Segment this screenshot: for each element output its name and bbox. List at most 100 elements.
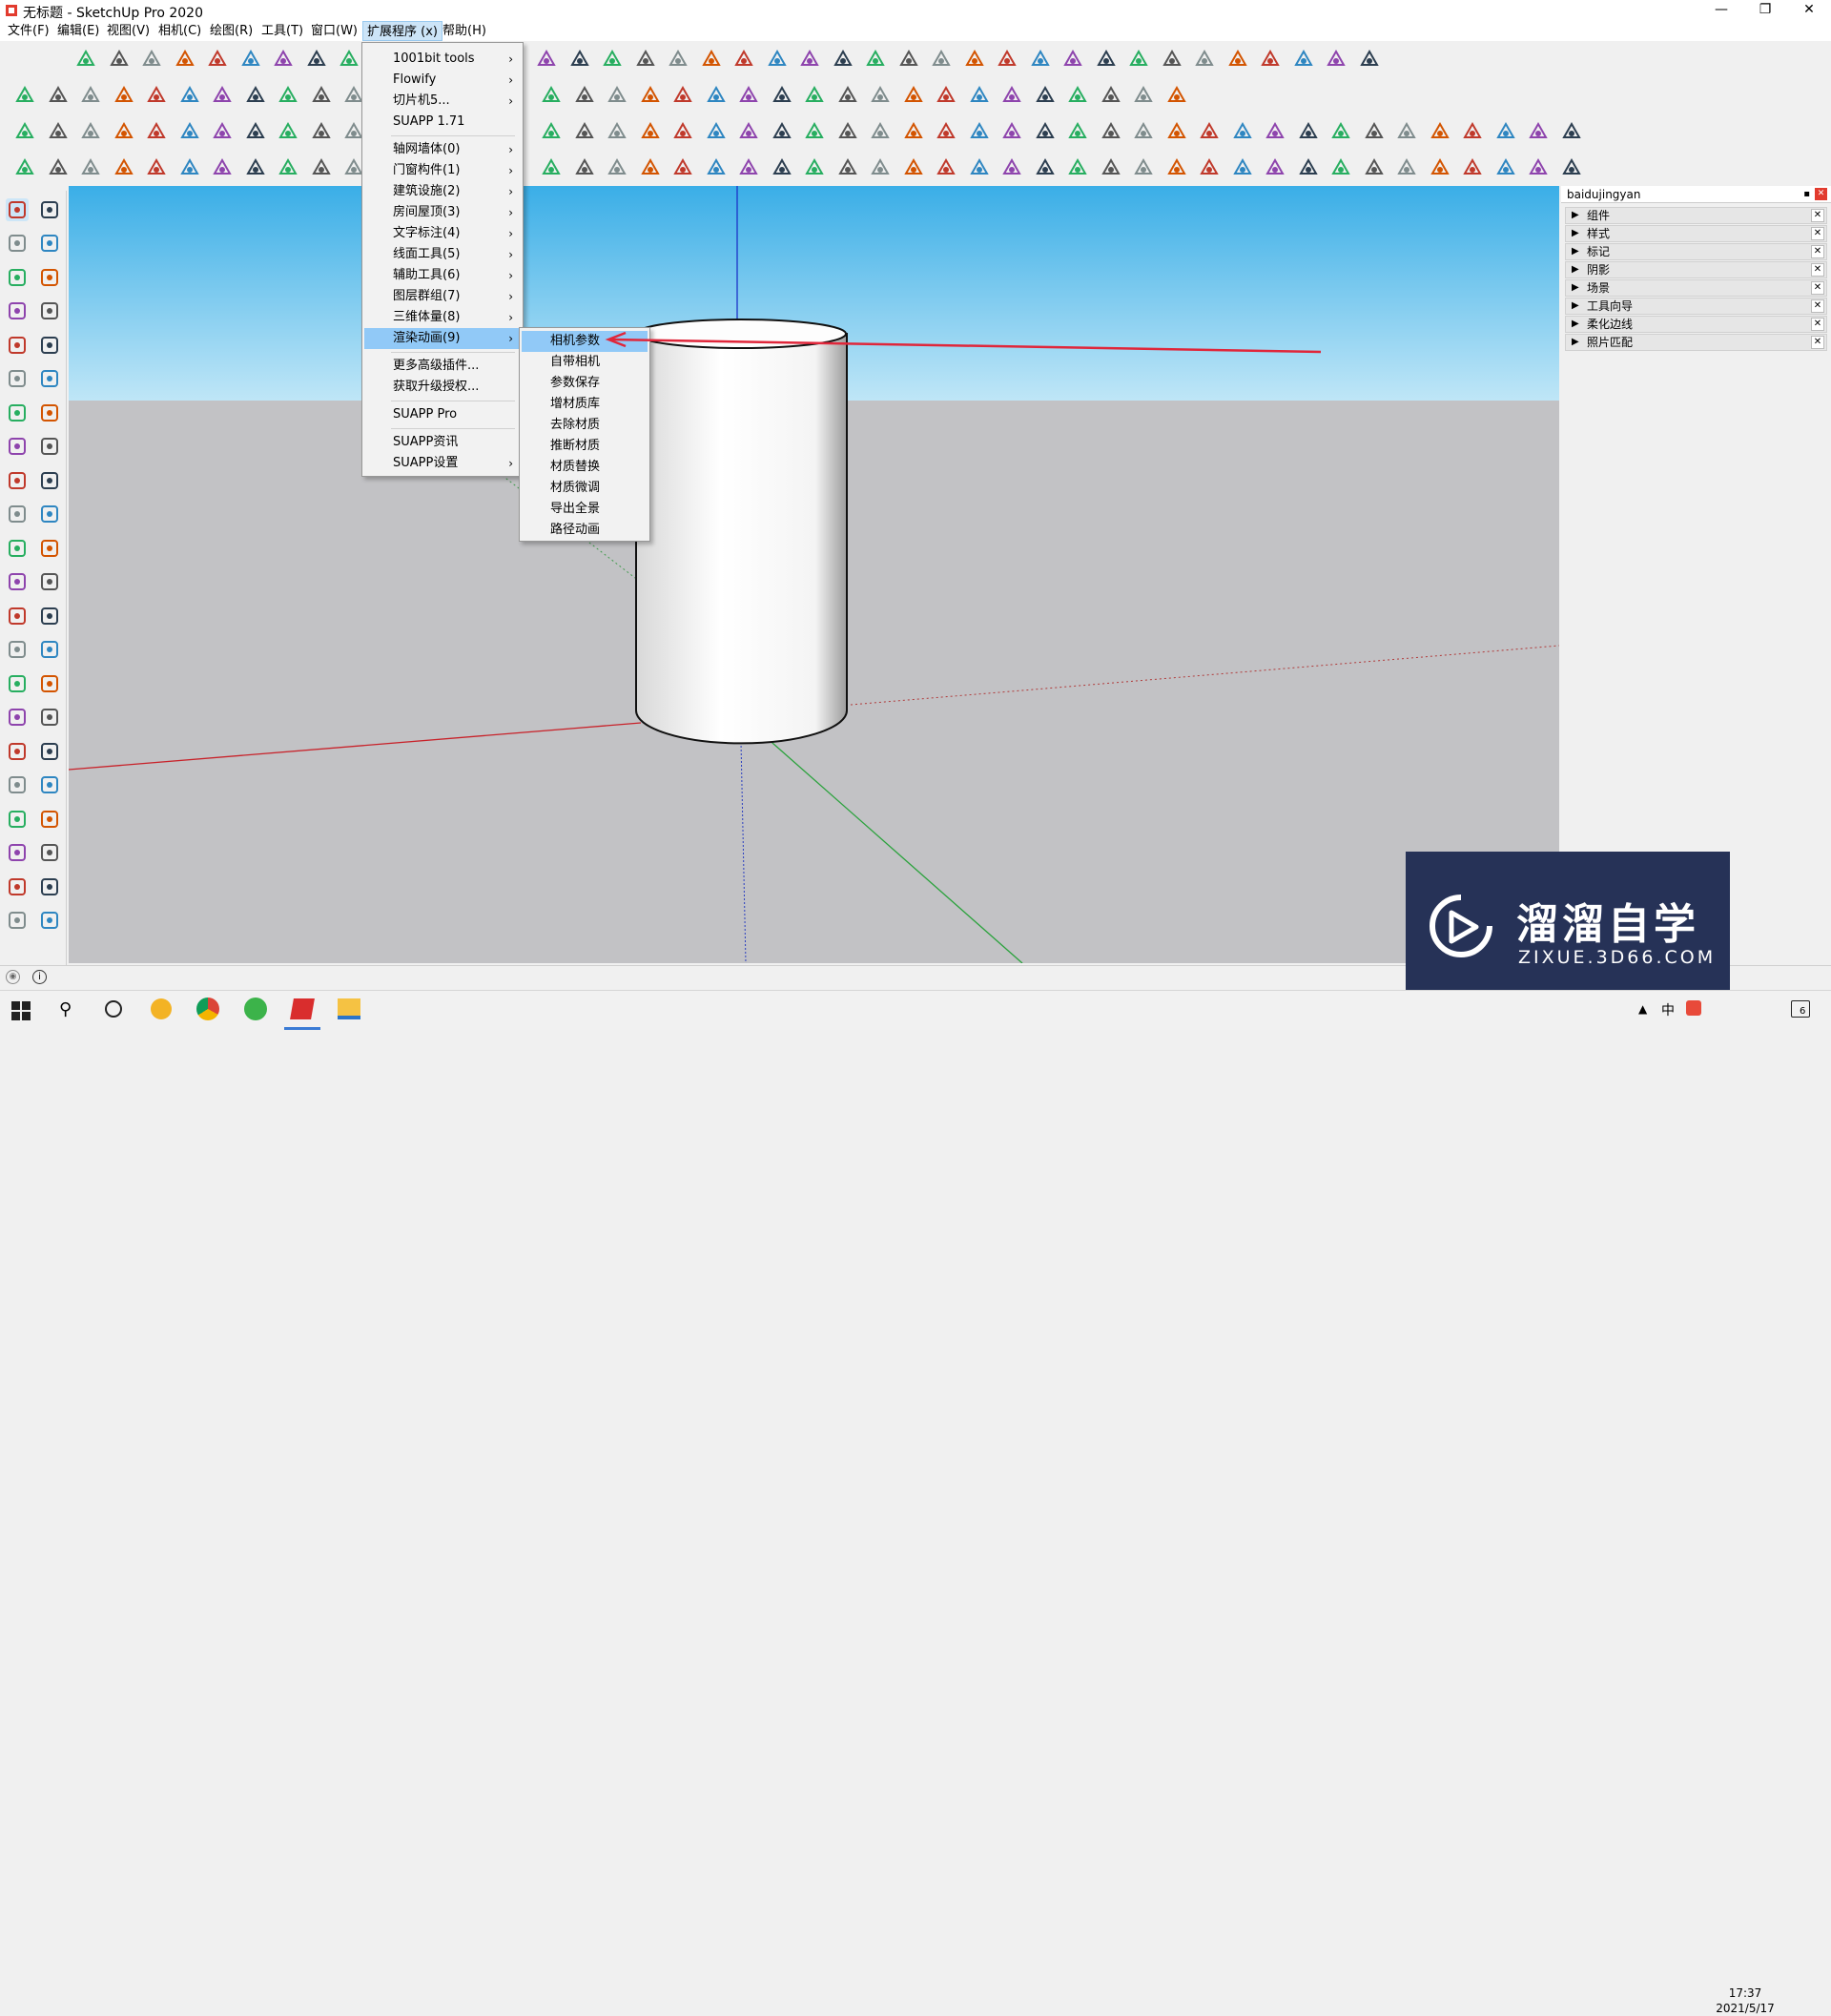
toolbar-tool-icon[interactable] <box>902 120 925 143</box>
toolbar-tool-icon[interactable] <box>277 84 299 107</box>
toolbar-tool-icon[interactable] <box>1297 120 1320 143</box>
extensions-menu-item[interactable]: SUAPP设置 › <box>364 453 521 474</box>
extensions-menu-item[interactable]: Flowify › <box>364 70 521 91</box>
left-tool-icon[interactable] <box>38 638 61 661</box>
left-tool-icon[interactable] <box>38 773 61 796</box>
toolbar-tool-icon[interactable] <box>79 84 102 107</box>
toolbar-tool-icon[interactable] <box>1034 156 1057 179</box>
toolbar-tool-icon[interactable] <box>671 120 694 143</box>
extensions-menu-item[interactable]: 图层群组(7) › <box>364 286 521 307</box>
left-tool-icon[interactable] <box>6 232 29 255</box>
toolbar-tool-icon[interactable] <box>1494 156 1517 179</box>
toolbar-tool-icon[interactable] <box>1029 48 1052 71</box>
extensions-menu-item[interactable]: 渲染动画(9) › <box>364 328 521 349</box>
toolbar-tool-icon[interactable] <box>1329 120 1352 143</box>
toolbar-tool-icon[interactable] <box>1231 120 1254 143</box>
toolbar-tool-icon[interactable] <box>1132 84 1155 107</box>
menu-view[interactable]: 视图(V) <box>103 21 154 41</box>
left-tool-icon[interactable] <box>6 299 29 322</box>
toolbar-tool-icon[interactable] <box>732 48 755 71</box>
close-icon[interactable]: ✕ <box>1811 299 1824 313</box>
browser-icon[interactable] <box>244 998 267 1020</box>
left-tool-icon[interactable] <box>6 875 29 898</box>
extensions-menu-item[interactable]: SUAPP 1.71 <box>364 112 521 133</box>
toolbar-tool-icon[interactable] <box>1292 48 1315 71</box>
left-tool-icon[interactable] <box>6 909 29 932</box>
toolbar-tool-icon[interactable] <box>1198 156 1221 179</box>
left-tool-icon[interactable] <box>38 266 61 289</box>
toolbar-tool-icon[interactable] <box>573 156 596 179</box>
model-viewport[interactable] <box>69 186 1559 963</box>
toolbar-tool-icon[interactable] <box>1100 120 1122 143</box>
toolbar-tool-icon[interactable] <box>705 84 728 107</box>
toolbar-tool-icon[interactable] <box>178 156 201 179</box>
toolbar-tool-icon[interactable] <box>897 48 920 71</box>
left-tool-icon[interactable] <box>38 909 61 932</box>
toolbar-tool-icon[interactable] <box>573 120 596 143</box>
toolbar-tool-icon[interactable] <box>869 156 892 179</box>
left-tool-icon[interactable] <box>6 435 29 458</box>
search-icon[interactable]: ⚲ <box>59 999 72 1019</box>
toolbar-tool-icon[interactable] <box>1000 84 1023 107</box>
menu-camera[interactable]: 相机(C) <box>154 21 205 41</box>
menu-window[interactable]: 窗口(W) <box>307 21 361 41</box>
toolbar-tool-icon[interactable] <box>1000 156 1023 179</box>
toolbar-tool-icon[interactable] <box>798 48 821 71</box>
toolbar-tool-icon[interactable] <box>13 156 36 179</box>
toolbar-tool-icon[interactable] <box>1165 120 1188 143</box>
left-tool-icon[interactable] <box>6 605 29 627</box>
toolbar-tool-icon[interactable] <box>338 48 360 71</box>
pin-icon[interactable]: ▪ <box>1803 186 1810 203</box>
toolbar-tool-icon[interactable] <box>1461 120 1484 143</box>
left-tool-icon[interactable] <box>6 638 29 661</box>
toolbar-tool-icon[interactable] <box>1297 156 1320 179</box>
toolbar-tool-icon[interactable] <box>1231 156 1254 179</box>
toolbar-tool-icon[interactable] <box>1494 120 1517 143</box>
toolbar-tool-icon[interactable] <box>178 120 201 143</box>
toolbar-tool-icon[interactable] <box>272 48 295 71</box>
extensions-menu-item[interactable]: 线面工具(5) › <box>364 244 521 265</box>
toolbar-tool-icon[interactable] <box>535 48 558 71</box>
toolbar-tool-icon[interactable] <box>996 48 1018 71</box>
toolbar-tool-icon[interactable] <box>113 84 135 107</box>
left-tool-icon[interactable] <box>38 875 61 898</box>
toolbar-tool-icon[interactable] <box>1363 156 1386 179</box>
toolbar-tool-icon[interactable] <box>1395 156 1418 179</box>
toolbar-tool-icon[interactable] <box>540 156 563 179</box>
toolbar-tool-icon[interactable] <box>244 84 267 107</box>
toolbar-tool-icon[interactable] <box>1127 48 1150 71</box>
toolbar-tool-icon[interactable] <box>700 48 723 71</box>
toolbar-tool-icon[interactable] <box>310 120 333 143</box>
toolbar-tool-icon[interactable] <box>639 120 662 143</box>
toolbar-tool-icon[interactable] <box>568 48 591 71</box>
left-tool-icon[interactable] <box>38 198 61 221</box>
input-method-icon[interactable]: 中 <box>1661 1000 1675 1019</box>
extensions-menu-item[interactable]: 建筑设施(2) › <box>364 181 521 202</box>
tray-close-icon[interactable]: ✕ <box>1815 188 1827 200</box>
left-tool-icon[interactable] <box>6 672 29 695</box>
toolbar-tool-icon[interactable] <box>79 156 102 179</box>
geo-location-icon[interactable]: ◉ <box>6 970 20 984</box>
toolbar-tool-icon[interactable] <box>606 156 628 179</box>
toolbar-tool-icon[interactable] <box>1066 84 1089 107</box>
toolbar-tool-icon[interactable] <box>1429 120 1451 143</box>
toolbar-tool-icon[interactable] <box>211 156 234 179</box>
left-tool-icon[interactable] <box>6 401 29 424</box>
toolbar-tool-icon[interactable] <box>47 156 70 179</box>
toolbar-tool-icon[interactable] <box>310 84 333 107</box>
menu-extensions[interactable]: 扩展程序 (x) <box>362 21 442 41</box>
render-submenu-item[interactable]: 路径动画 <box>522 520 648 541</box>
toolbar-tool-icon[interactable] <box>1358 48 1381 71</box>
toolbar-tool-icon[interactable] <box>573 84 596 107</box>
toolbar-tool-icon[interactable] <box>108 48 131 71</box>
left-tool-icon[interactable] <box>6 367 29 390</box>
windows-start-icon[interactable] <box>11 1001 31 1024</box>
toolbar-tool-icon[interactable] <box>145 84 168 107</box>
left-tool-icon[interactable] <box>6 266 29 289</box>
toolbar-tool-icon[interactable] <box>113 156 135 179</box>
extensions-menu-item[interactable]: 文字标注(4) › <box>364 223 521 244</box>
left-tool-icon[interactable] <box>6 503 29 525</box>
extensions-menu-item[interactable]: 辅助工具(6) › <box>364 265 521 286</box>
left-tool-icon[interactable] <box>38 808 61 831</box>
left-tool-icon[interactable] <box>38 334 61 357</box>
